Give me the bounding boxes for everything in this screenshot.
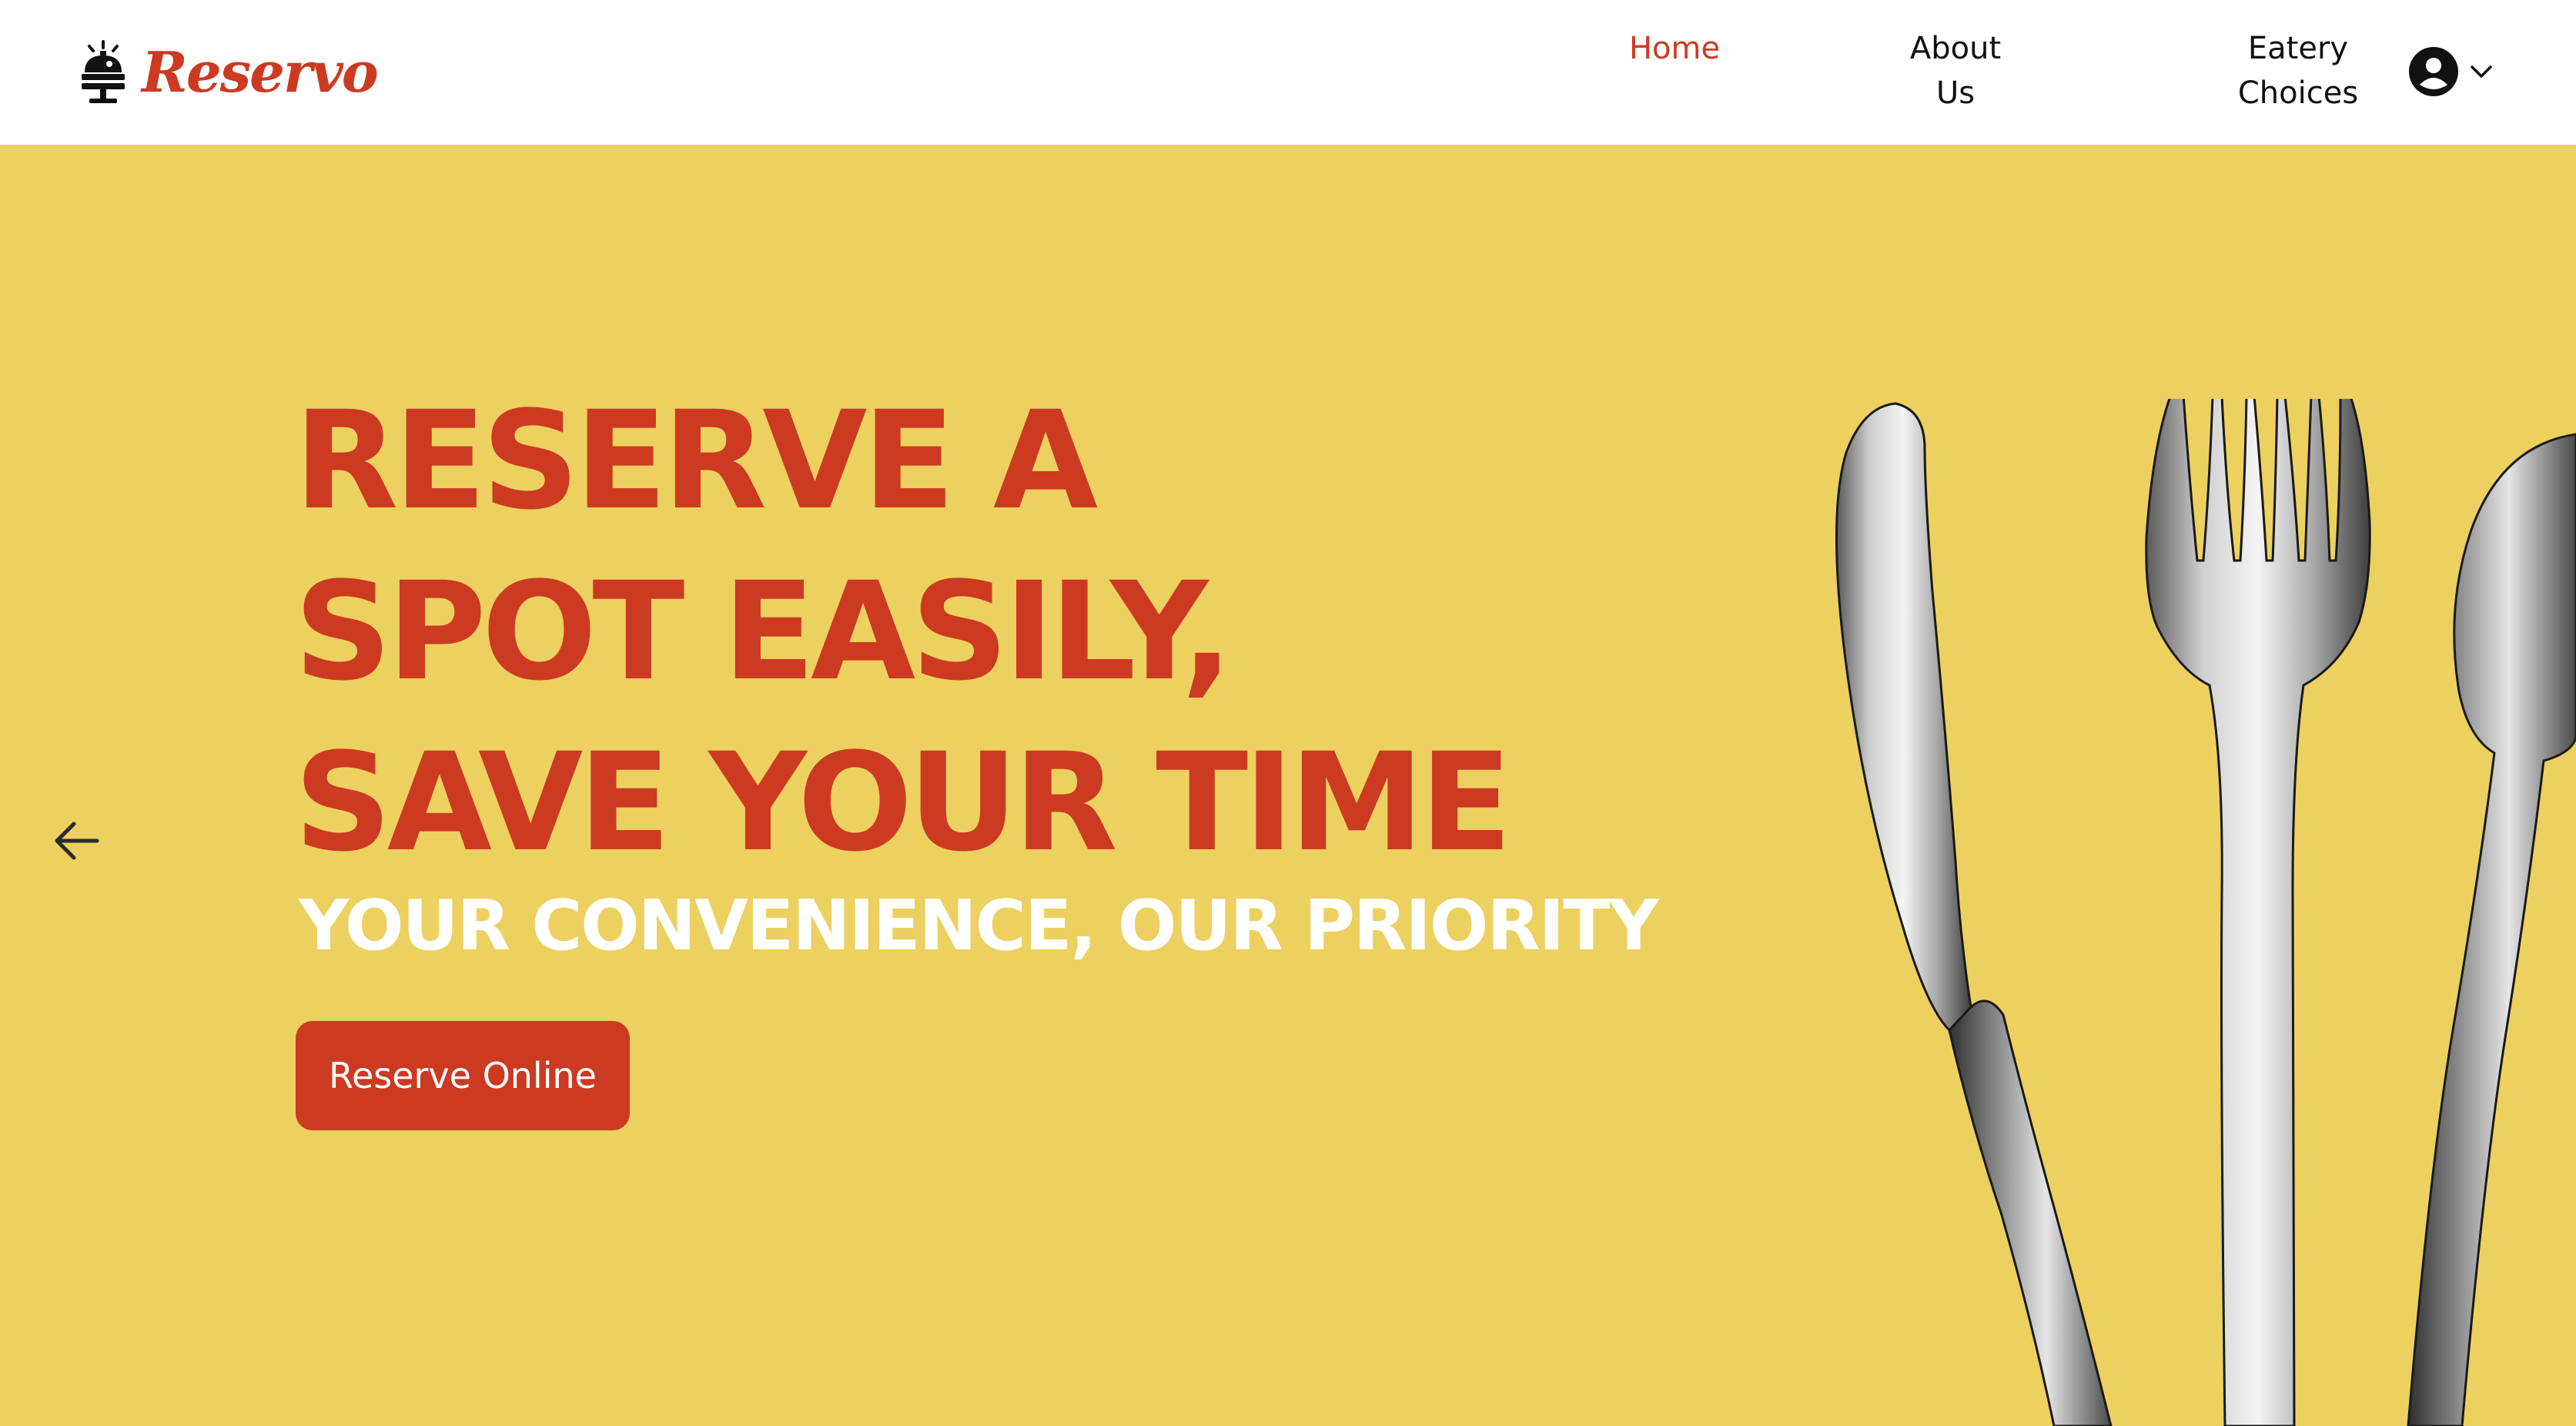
nav-eatery-label-line2: Choices (2237, 75, 2359, 111)
hero-headline: RESERVE A SPOT EASILY, SAVE YOUR TIME (294, 376, 1726, 889)
site-header: Reservo Home About Us Eatery Choices (0, 0, 2576, 145)
nav-eatery-label-line1: Eatery (2247, 31, 2349, 66)
headline-line-1: RESERVE A (294, 382, 1098, 540)
reserve-online-button[interactable]: Reserve Online (296, 1021, 630, 1130)
service-bell-icon (82, 40, 125, 103)
nav-home[interactable]: Home (1609, 26, 1740, 71)
nav-about-label-line2: Us (1935, 75, 1975, 111)
headline-line-2: SPOT EASILY, (294, 553, 1233, 711)
nav-home-label: Home (1628, 31, 1721, 66)
hero-subheadline: YOUR CONVENIENCE, OUR PRIORITY (299, 885, 1659, 966)
spoon-shape (2407, 433, 2576, 1426)
nav-about-us[interactable]: About Us (1878, 26, 2032, 115)
account-menu[interactable] (2408, 45, 2493, 99)
fork-shape (2145, 399, 2371, 1426)
nav-eatery-choices[interactable]: Eatery Choices (2210, 26, 2387, 115)
brand-logo[interactable]: Reservo (79, 37, 379, 108)
brand-name: Reservo (142, 39, 379, 105)
hero-section: RESERVE A SPOT EASILY, SAVE YOUR TIME YO… (0, 145, 2576, 1426)
knife-shape (1835, 402, 2113, 1426)
arrow-left-icon[interactable] (51, 815, 103, 867)
page: Reservo Home About Us Eatery Choices RES… (0, 0, 2576, 1426)
user-circle-icon (2409, 47, 2458, 96)
chevron-down-icon (2471, 65, 2492, 78)
nav-about-label-line1: About (1909, 31, 2002, 66)
cutlery-image (1835, 399, 2576, 1426)
headline-line-3: SAVE YOUR TIME (294, 724, 1512, 882)
